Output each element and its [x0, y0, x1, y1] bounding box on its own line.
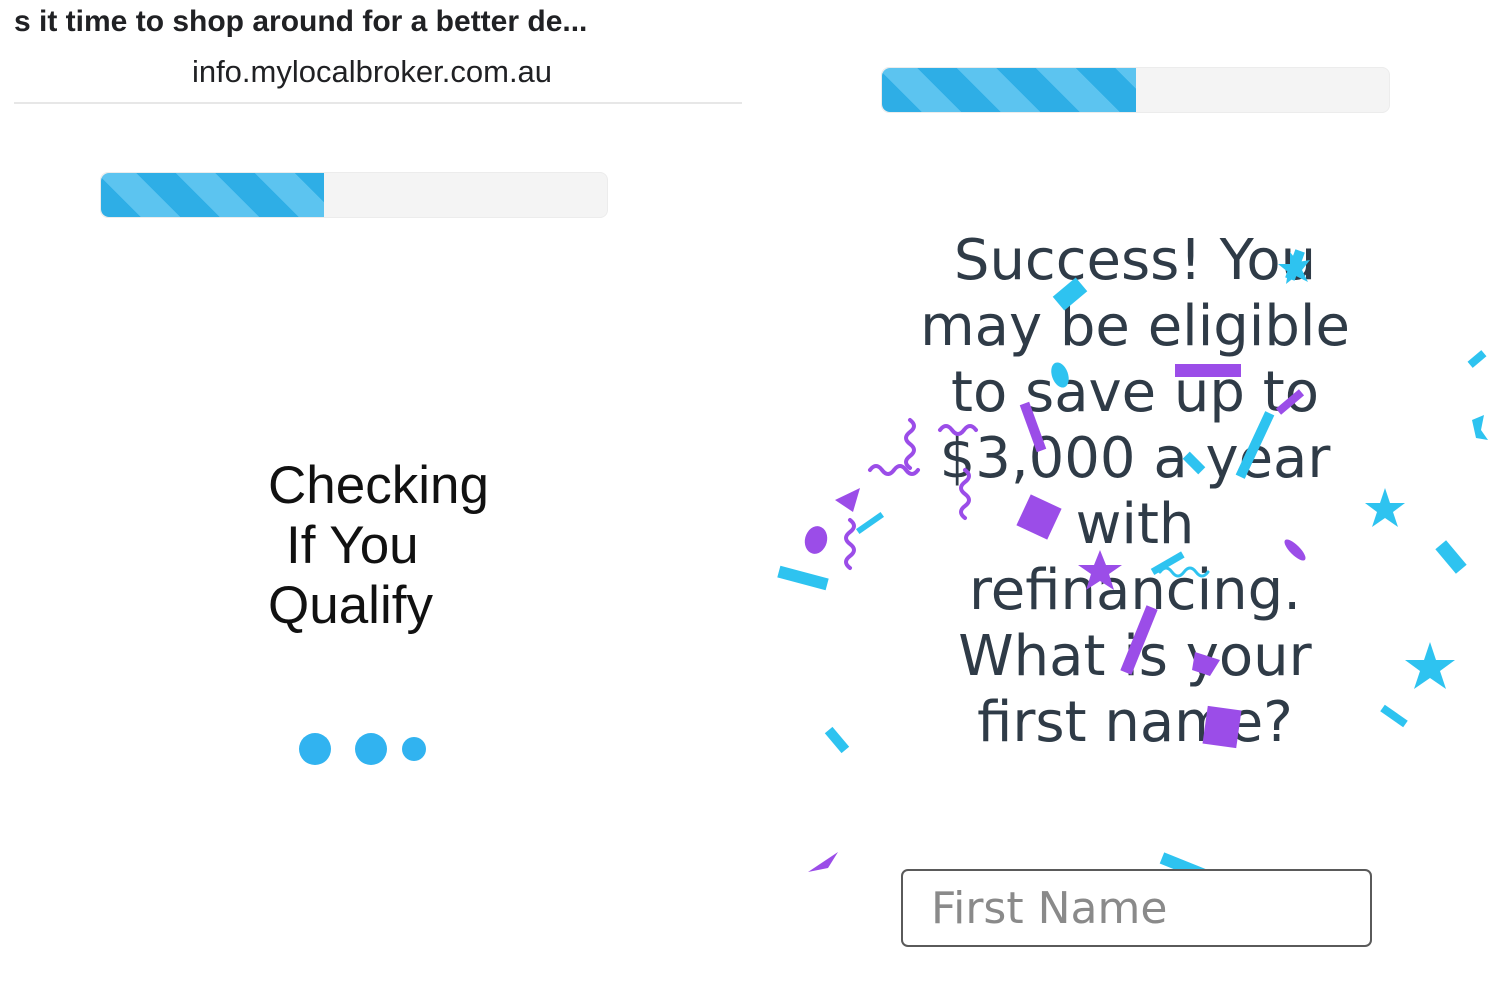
success-line: to save up to — [951, 360, 1319, 425]
success-message: Success! You may be eligible to save up … — [900, 228, 1370, 756]
header-divider — [14, 102, 742, 104]
loading-dot — [402, 737, 426, 761]
success-line: first name? — [977, 690, 1293, 755]
checking-line: If You — [286, 516, 419, 575]
success-line: $3,000 a year — [939, 426, 1331, 491]
checking-line: Checking — [268, 456, 489, 515]
loading-dot — [299, 733, 331, 765]
success-line: refinancing. — [968, 558, 1301, 623]
checking-line: Qualify — [268, 576, 433, 635]
progress-bar-fill — [882, 68, 1136, 112]
screenshot-canvas: s it time to shop around for a better de… — [0, 0, 1500, 1000]
progress-bar-fill — [101, 173, 324, 217]
loading-screen: s it time to shop around for a better de… — [0, 0, 750, 1000]
page-url: info.mylocalbroker.com.au — [191, 54, 553, 89]
progress-bar — [881, 67, 1390, 113]
success-line: What is your — [958, 624, 1312, 689]
progress-bar — [100, 172, 608, 218]
checking-message: Checking If You Qualify — [268, 456, 568, 636]
first-name-input[interactable] — [901, 869, 1372, 947]
success-line: may be eligible — [920, 294, 1350, 359]
page-title: s it time to shop around for a better de… — [14, 5, 588, 38]
loading-dot — [355, 733, 387, 765]
success-line: Success! You — [953, 228, 1317, 293]
success-line: with — [1075, 492, 1195, 557]
success-screen: Success! You may be eligible to save up … — [750, 0, 1500, 1000]
